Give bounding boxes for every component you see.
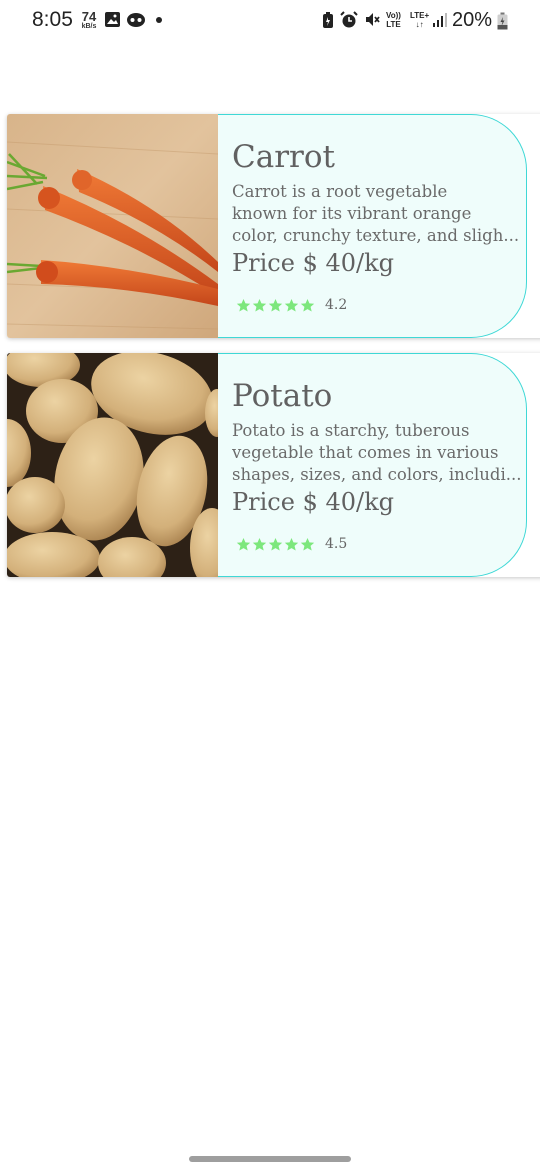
battery-saver-icon	[323, 12, 333, 28]
alarm-icon	[340, 11, 358, 28]
description-line: shapes, sizes, and colors, includi...	[232, 465, 522, 484]
volte-label: Vo))	[386, 11, 401, 20]
star-icon	[300, 298, 315, 311]
star-icon	[268, 298, 283, 311]
lte-label: LTE+	[410, 11, 430, 20]
network-speed-unit: kB/s	[81, 23, 97, 30]
star-icon	[252, 298, 267, 311]
gallery-icon	[105, 12, 120, 27]
network-speed-value: 74	[81, 9, 97, 24]
description-line: Potato is a starchy, tuberous	[232, 421, 470, 440]
product-title: Potato	[232, 378, 333, 414]
rating-bar: 4.5	[236, 534, 347, 554]
status-time: 8:05	[32, 8, 73, 31]
volte-indicator: Vo)) LTE	[386, 11, 401, 29]
rating-bar: 4.2	[236, 295, 347, 315]
carrot-image	[7, 114, 218, 338]
network-speed: 74 kB/s	[79, 10, 99, 30]
description-line: vegetable that comes in various	[232, 443, 499, 462]
battery-icon	[497, 12, 508, 30]
description-line: known for its vibrant orange	[232, 204, 472, 223]
home-indicator[interactable]	[189, 1156, 351, 1162]
signal-icon	[433, 13, 447, 27]
rating-value: 4.2	[325, 297, 348, 313]
product-card-carrot[interactable]: Carrot Carrot is a root vegetable known …	[7, 114, 540, 338]
description-line: color, crunchy texture, and sligh...	[232, 226, 520, 245]
status-bar: 8:05 74 kB/s Vo)) LTE LTE+ ↓↑ 20%	[0, 0, 540, 42]
assistant-icon	[127, 13, 145, 27]
star-icon	[236, 298, 251, 311]
product-card-potato[interactable]: Potato Potato is a starchy, tuberous veg…	[7, 353, 540, 577]
star-icon	[300, 537, 315, 550]
rating-value: 4.5	[325, 536, 348, 552]
lte-indicator: LTE+ ↓↑	[410, 11, 429, 29]
star-icon	[284, 298, 299, 311]
product-info-panel: Carrot Carrot is a root vegetable known …	[218, 114, 527, 338]
product-description: Potato is a starchy, tuberous vegetable …	[232, 420, 528, 486]
star-icon	[236, 537, 251, 550]
star-icon	[268, 537, 283, 550]
volte-sublabel: LTE	[386, 20, 401, 29]
notification-dot	[156, 17, 162, 23]
product-title: Carrot	[232, 139, 335, 175]
battery-percentage: 20%	[452, 9, 493, 31]
description-line: Carrot is a root vegetable	[232, 182, 448, 201]
mute-icon	[366, 13, 380, 26]
product-info-panel: Potato Potato is a starchy, tuberous veg…	[218, 353, 527, 577]
product-price: Price $ 40/kg	[232, 488, 394, 516]
product-description: Carrot is a root vegetable known for its…	[232, 181, 528, 247]
product-price: Price $ 40/kg	[232, 249, 394, 277]
star-icon	[252, 537, 267, 550]
star-icon	[284, 537, 299, 550]
lte-arrows: ↓↑	[415, 20, 424, 29]
potato-image	[7, 353, 218, 577]
